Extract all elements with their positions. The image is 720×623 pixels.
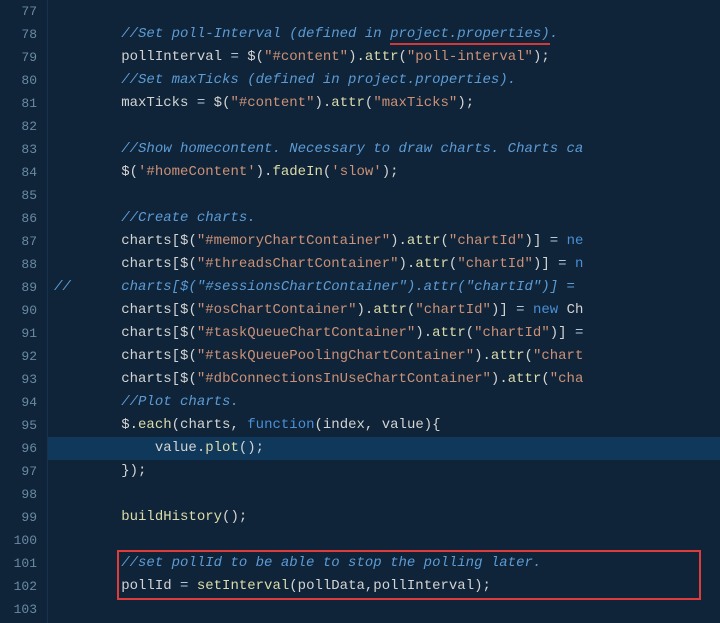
code-line[interactable]: $('#homeContent').fadeIn('slow'); <box>54 161 720 184</box>
line-number: 98 <box>0 483 37 506</box>
line-number-gutter: 7778798081828384858687888990919293949596… <box>0 0 48 623</box>
code-text: $.each(charts, function(index, value){ <box>54 414 720 437</box>
code-line[interactable]: //Plot charts. <box>54 391 720 414</box>
line-number: 96 <box>0 437 37 460</box>
line-number: 91 <box>0 322 37 345</box>
line-number: 97 <box>0 460 37 483</box>
line-number: 82 <box>0 115 37 138</box>
code-line[interactable] <box>54 598 720 621</box>
code-line[interactable]: charts[$("#taskQueueChartContainer").att… <box>54 322 720 345</box>
code-line[interactable]: //Create charts. <box>54 207 720 230</box>
code-line[interactable] <box>54 483 720 506</box>
code-line[interactable]: pollId = setInterval(pollData,pollInterv… <box>54 575 720 598</box>
line-number: 92 <box>0 345 37 368</box>
code-line[interactable]: //Set poll-Interval (defined in project.… <box>54 23 720 46</box>
code-line[interactable]: buildHistory(); <box>54 506 720 529</box>
code-text: pollId = setInterval(pollData,pollInterv… <box>54 575 720 598</box>
code-line[interactable]: //set pollId to be able to stop the poll… <box>54 552 720 575</box>
code-line[interactable]: $.each(charts, function(index, value){ <box>54 414 720 437</box>
code-text: buildHistory(); <box>54 506 720 529</box>
code-text: $('#homeContent').fadeIn('slow'); <box>54 161 720 184</box>
line-number: 79 <box>0 46 37 69</box>
line-number: 101 <box>0 552 37 575</box>
line-number: 84 <box>0 161 37 184</box>
line-number: 95 <box>0 414 37 437</box>
code-text: //Set poll-Interval (defined in project.… <box>54 23 720 46</box>
line-number: 89 <box>0 276 37 299</box>
line-number: 80 <box>0 69 37 92</box>
code-text: }); <box>54 460 720 483</box>
code-editor-area[interactable]: //Set poll-Interval (defined in project.… <box>48 0 720 623</box>
code-line[interactable]: //Show homecontent. Necessary to draw ch… <box>54 138 720 161</box>
code-text: //Set maxTicks (defined in project.prope… <box>54 69 720 92</box>
code-text: pollInterval = $("#content").attr("poll-… <box>54 46 720 69</box>
code-line[interactable]: charts[$("#dbConnectionsInUseChartContai… <box>54 368 720 391</box>
line-number: 78 <box>0 23 37 46</box>
line-number: 83 <box>0 138 37 161</box>
code-line[interactable]: pollInterval = $("#content").attr("poll-… <box>54 46 720 69</box>
code-line[interactable]: charts[$("#memoryChartContainer").attr("… <box>54 230 720 253</box>
code-text: maxTicks = $("#content").attr("maxTicks"… <box>54 92 720 115</box>
code-line[interactable] <box>54 0 720 23</box>
code-line[interactable]: charts[$("#taskQueuePoolingChartContaine… <box>54 345 720 368</box>
code-text: charts[$("#threadsChartContainer").attr(… <box>54 253 720 276</box>
line-number: 103 <box>0 598 37 621</box>
code-line[interactable] <box>54 529 720 552</box>
line-number: 77 <box>0 0 37 23</box>
code-text: //Show homecontent. Necessary to draw ch… <box>54 138 720 161</box>
line-number: 102 <box>0 575 37 598</box>
code-line[interactable]: charts[$("#osChartContainer").attr("char… <box>54 299 720 322</box>
line-number: 81 <box>0 92 37 115</box>
code-line[interactable]: charts[$("#threadsChartContainer").attr(… <box>54 253 720 276</box>
line-number: 100 <box>0 529 37 552</box>
line-number: 94 <box>0 391 37 414</box>
code-text: charts[$("#taskQueueChartContainer").att… <box>54 322 720 345</box>
code-line[interactable]: //Set maxTicks (defined in project.prope… <box>54 69 720 92</box>
line-number: 93 <box>0 368 37 391</box>
code-line[interactable]: // charts[$("#sessionsChartContainer").a… <box>54 276 720 299</box>
code-line[interactable] <box>54 115 720 138</box>
line-number: 88 <box>0 253 37 276</box>
code-text: //Plot charts. <box>54 391 720 414</box>
code-text: // charts[$("#sessionsChartContainer").a… <box>54 276 720 299</box>
code-text: charts[$("#memoryChartContainer").attr("… <box>54 230 720 253</box>
code-line[interactable]: value.plot(); <box>54 437 720 460</box>
line-number: 90 <box>0 299 37 322</box>
code-text: //Create charts. <box>54 207 720 230</box>
code-text: charts[$("#osChartContainer").attr("char… <box>54 299 720 322</box>
code-line[interactable] <box>54 184 720 207</box>
code-line[interactable]: maxTicks = $("#content").attr("maxTicks"… <box>54 92 720 115</box>
line-number: 99 <box>0 506 37 529</box>
line-number: 85 <box>0 184 37 207</box>
code-text: charts[$("#dbConnectionsInUseChartContai… <box>54 368 720 391</box>
code-text: //set pollId to be able to stop the poll… <box>54 552 720 575</box>
code-text: value.plot(); <box>54 437 720 460</box>
line-number: 87 <box>0 230 37 253</box>
line-number: 86 <box>0 207 37 230</box>
code-text: charts[$("#taskQueuePoolingChartContaine… <box>54 345 720 368</box>
code-line[interactable]: }); <box>54 460 720 483</box>
